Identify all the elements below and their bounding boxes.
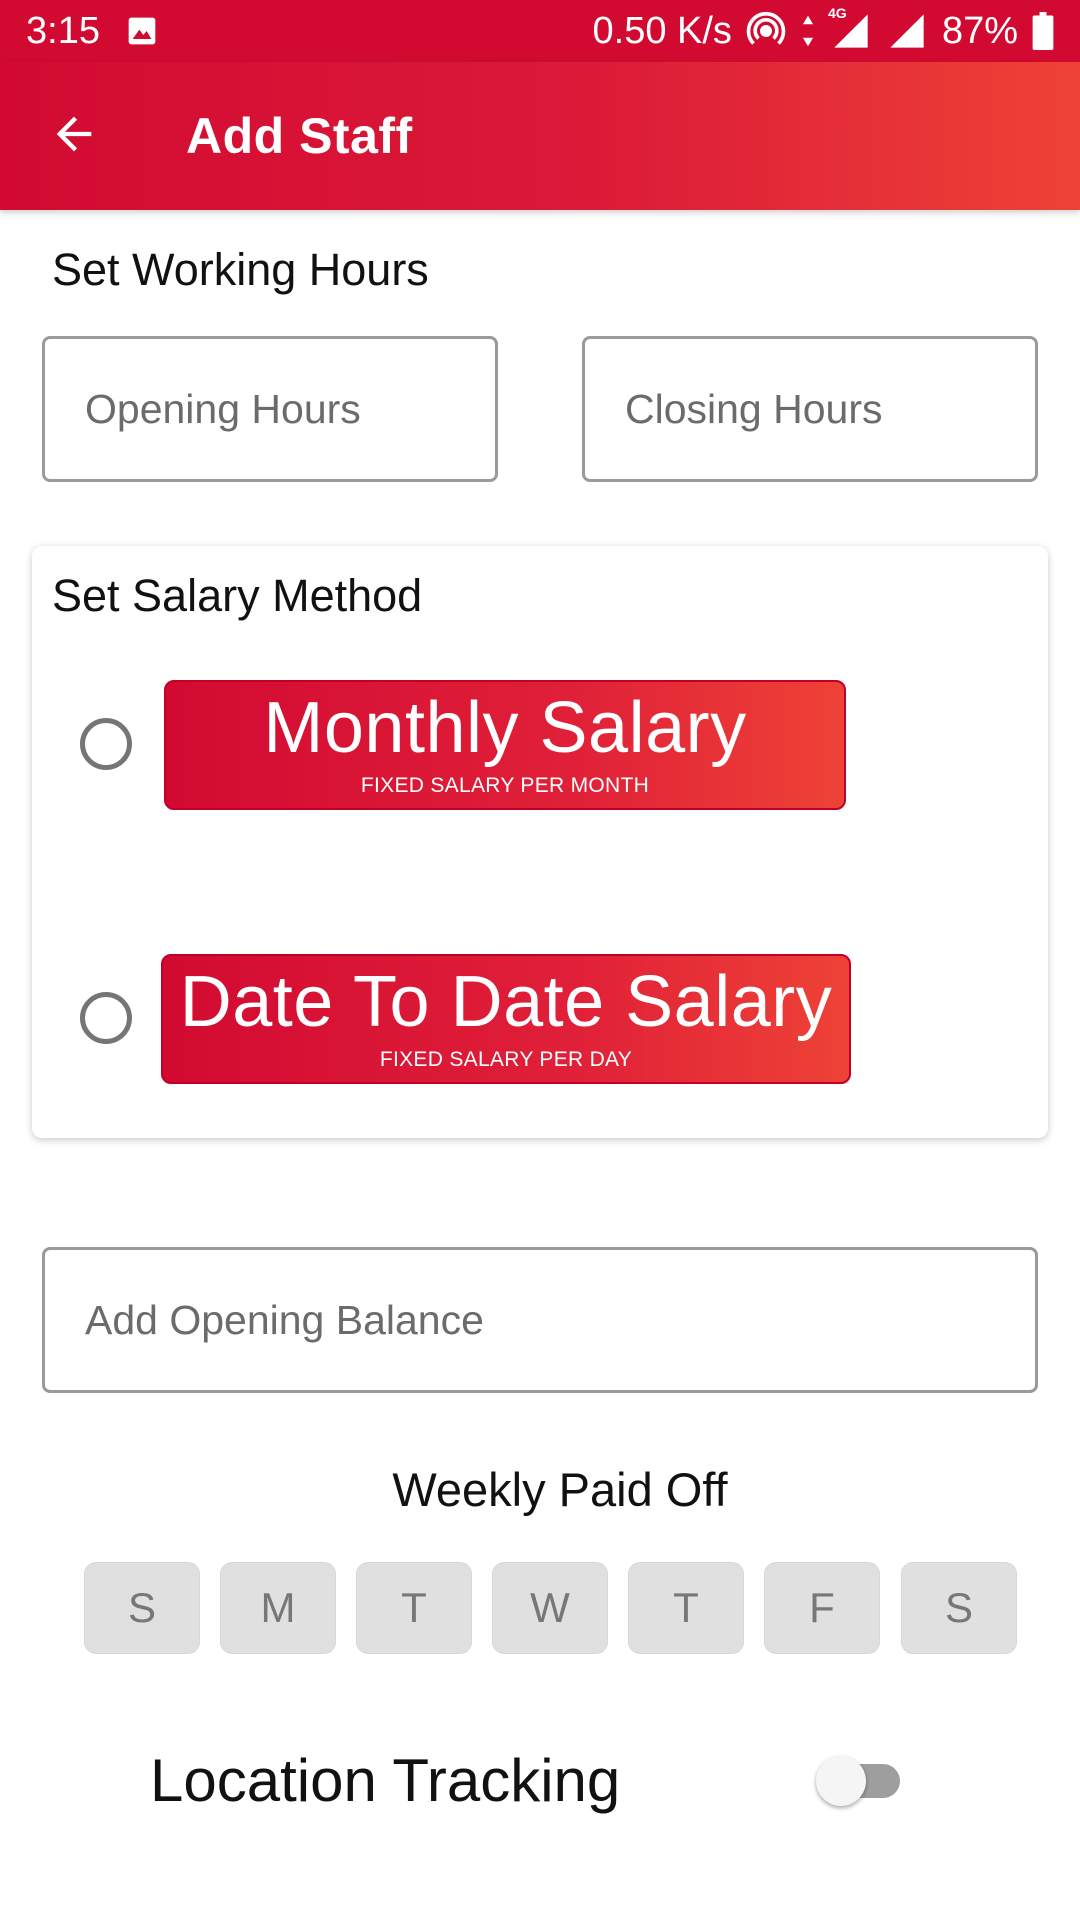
day-button-saturday[interactable]: S	[901, 1562, 1017, 1654]
date-to-date-salary-option[interactable]: Date To Date Salary FIXED SALARY PER DAY	[161, 954, 851, 1084]
arrow-left-icon	[48, 108, 100, 165]
network-type-label: 4G	[827, 5, 847, 21]
opening-balance-field[interactable]: Add Opening Balance	[42, 1247, 1038, 1393]
signal-icon: 4G	[828, 5, 872, 51]
location-tracking-toggle-thumb[interactable]	[816, 1756, 866, 1806]
opening-balance-placeholder: Add Opening Balance	[85, 1296, 484, 1343]
signal-icon	[886, 11, 928, 51]
date-to-date-salary-subtitle: FIXED SALARY PER DAY	[379, 1048, 633, 1071]
day-button-friday[interactable]: F	[764, 1562, 880, 1654]
battery-icon	[1032, 12, 1054, 50]
page-title: Add Staff	[186, 108, 413, 164]
day-button-sunday[interactable]: S	[84, 1562, 200, 1654]
status-time: 3:15	[26, 9, 100, 52]
monthly-salary-subtitle: FIXED SALARY PER MONTH	[360, 774, 650, 797]
date-to-date-salary-radio[interactable]	[80, 992, 132, 1044]
day-button-thursday[interactable]: T	[628, 1562, 744, 1654]
monthly-salary-radio[interactable]	[80, 718, 132, 770]
closing-hours-field[interactable]: Closing Hours	[582, 336, 1038, 482]
location-tracking-label: Location Tracking	[150, 1747, 621, 1814]
monthly-salary-option[interactable]: Monthly Salary FIXED SALARY PER MONTH	[164, 680, 846, 810]
day-button-tuesday[interactable]: T	[356, 1562, 472, 1654]
monthly-salary-title: Monthly Salary	[263, 688, 747, 768]
date-to-date-salary-title: Date To Date Salary	[179, 962, 833, 1042]
working-hours-label: Set Working Hours	[52, 244, 429, 295]
app-bar: Add Staff	[0, 62, 1080, 210]
day-button-monday[interactable]: M	[220, 1562, 336, 1654]
status-bar: 3:15 0.50 K/s 4G 87%	[0, 0, 1080, 62]
back-button[interactable]	[24, 86, 124, 186]
image-icon	[126, 15, 158, 47]
opening-hours-placeholder: Opening Hours	[85, 385, 361, 432]
weekly-paid-off-label: Weekly Paid Off	[392, 1463, 728, 1516]
opening-hours-field[interactable]: Opening Hours	[42, 336, 498, 482]
battery-percent: 87%	[941, 9, 1018, 52]
network-speed: 0.50 K/s	[592, 9, 732, 52]
closing-hours-placeholder: Closing Hours	[625, 385, 883, 432]
data-arrows-icon	[800, 14, 816, 48]
day-button-wednesday[interactable]: W	[492, 1562, 608, 1654]
salary-method-card: Set Salary Method Monthly Salary FIXED S…	[32, 546, 1048, 1138]
hotspot-icon	[746, 11, 786, 51]
salary-method-label: Set Salary Method	[52, 570, 423, 621]
